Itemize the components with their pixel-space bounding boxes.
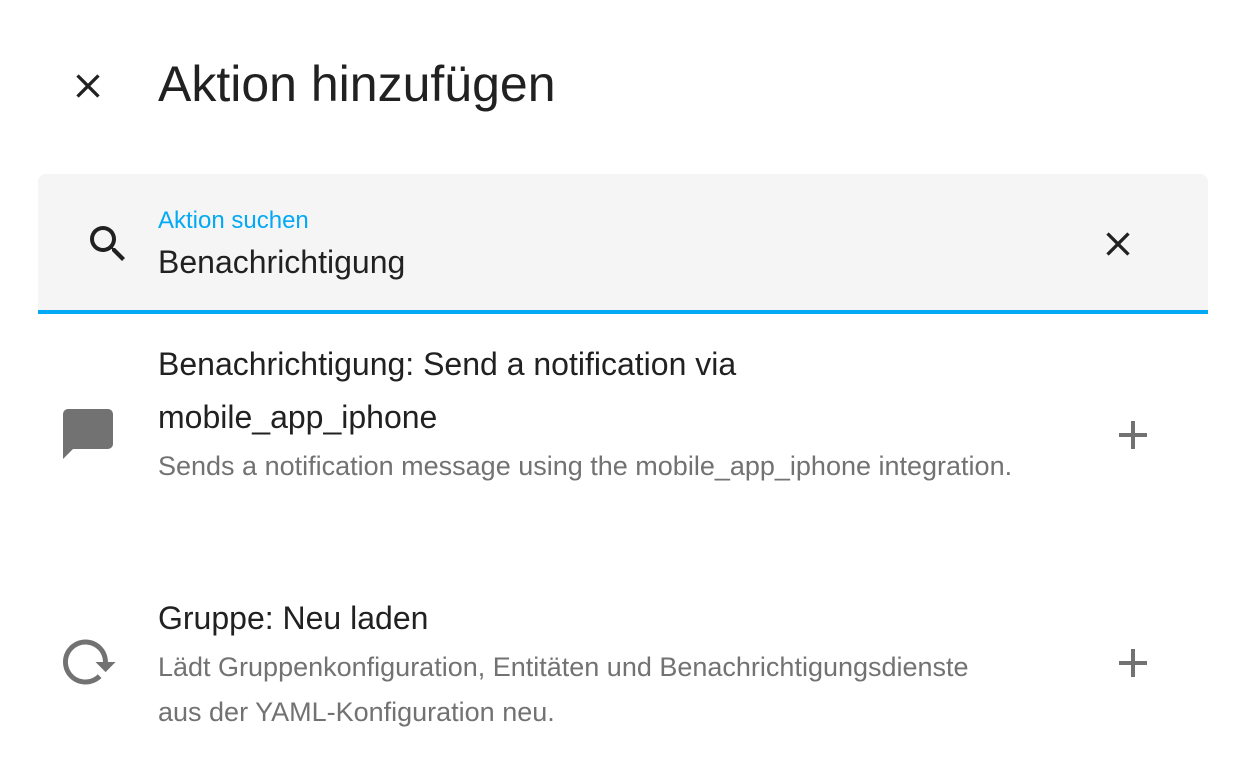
result-title: Benachrichtigung: Send a notification vi… [158,346,737,435]
dialog-title: Aktion hinzufügen [158,56,556,112]
result-icon-wrapper [58,632,118,692]
add-action-button[interactable] [1104,406,1162,464]
close-icon [76,74,100,98]
close-dialog-button[interactable] [62,60,114,112]
reload-icon [63,639,116,685]
plus-icon [1119,421,1147,449]
dialog-header: Aktion hinzufügen [0,0,1247,170]
search-icon-wrapper [82,218,134,270]
plus-icon [1119,649,1147,677]
search-field[interactable]: Aktion suchen [38,174,1208,314]
message-icon [63,409,113,459]
close-icon [1106,232,1130,256]
add-action-button[interactable] [1104,634,1162,692]
result-text: Benachrichtigung: Send a notification vi… [158,338,1018,489]
search-input[interactable] [158,240,1058,284]
result-title: Gruppe: Neu laden [158,600,429,636]
result-description: Lädt Gruppenkonfiguration, Entitäten und… [158,652,969,727]
search-icon [90,226,125,261]
search-label: Aktion suchen [158,207,309,234]
result-description: Sends a notification message using the m… [158,451,1013,481]
list-item[interactable]: Gruppe: Neu laden Lädt Gruppenkonfigurat… [0,580,1247,740]
add-action-dialog: Aktion hinzufügen Aktion suchen Benachri… [0,0,1247,760]
clear-search-button[interactable] [1092,218,1144,270]
list-item[interactable]: Benachrichtigung: Send a notification vi… [0,330,1247,540]
result-icon-wrapper [58,404,118,464]
result-text: Gruppe: Neu laden Lädt Gruppenkonfigurat… [158,592,1018,735]
